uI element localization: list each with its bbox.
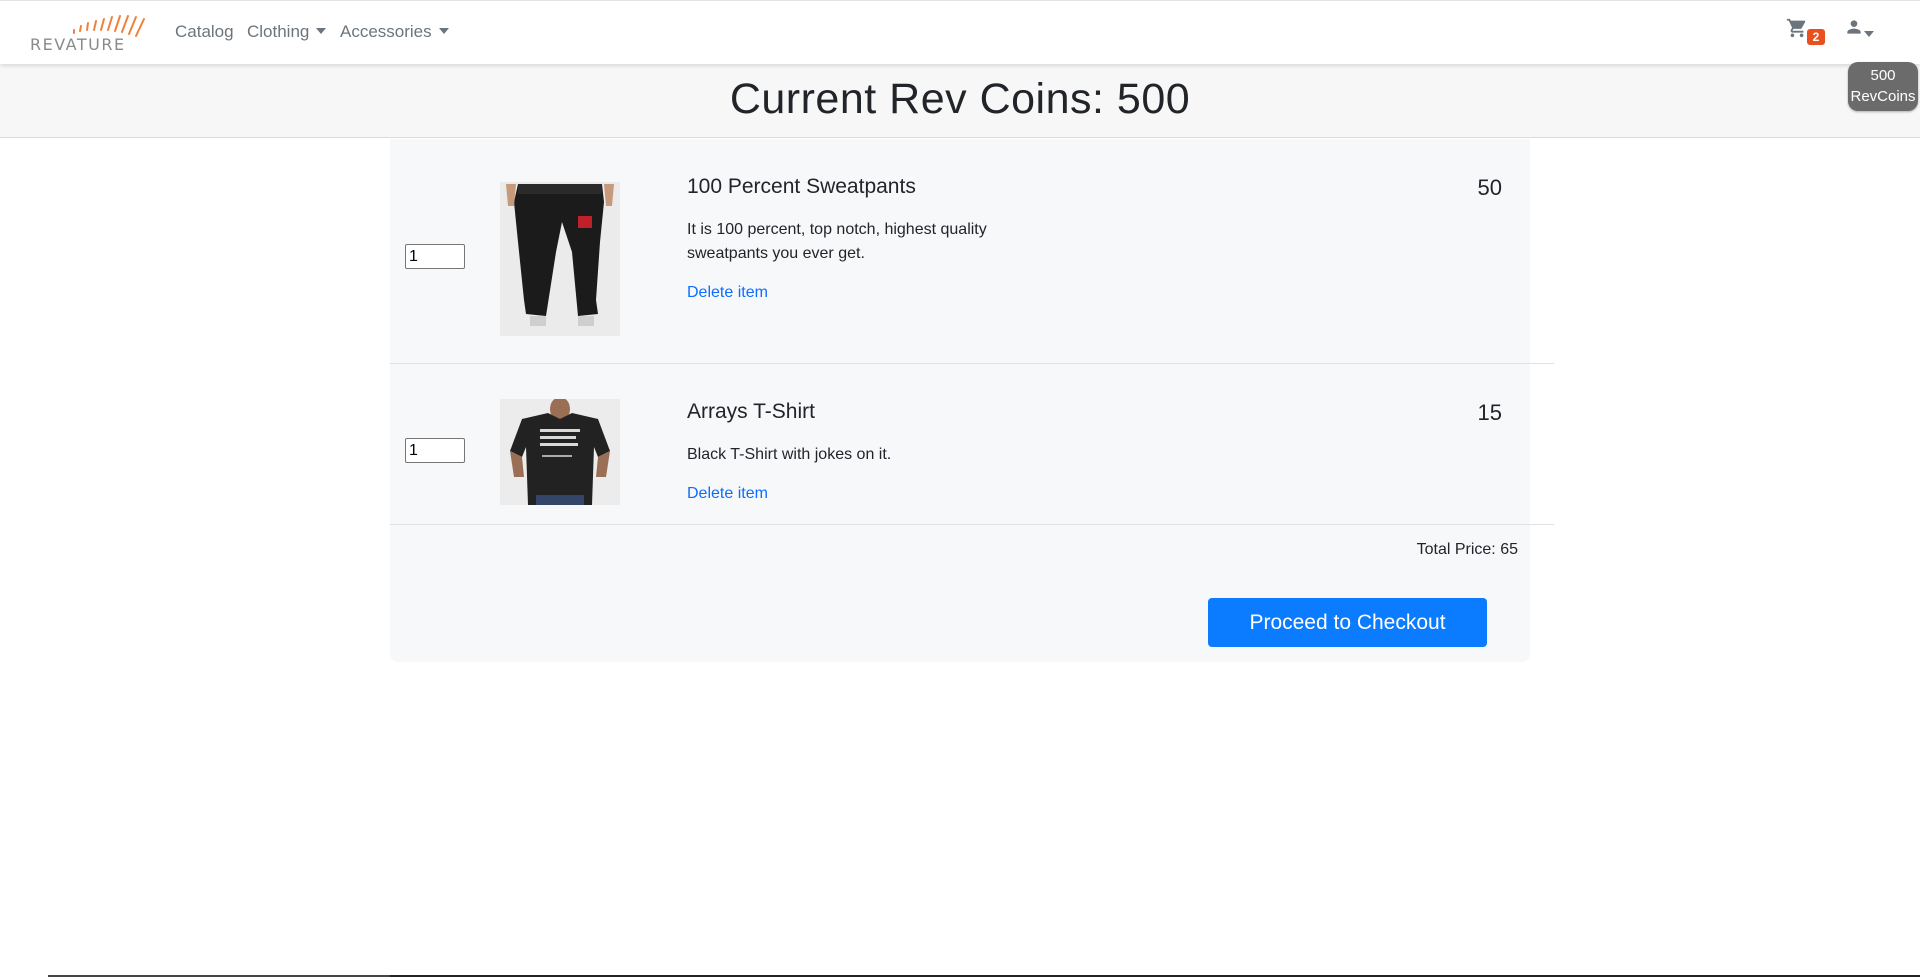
- user-icon: [1847, 20, 1861, 34]
- sweatpants-image: [500, 182, 620, 336]
- item-name: Arrays T-Shirt: [687, 400, 815, 423]
- tshirt-image: [500, 399, 620, 505]
- logo-text: REVATURE: [30, 35, 126, 54]
- quantity-input[interactable]: [405, 244, 465, 269]
- page-header: Current Rev Coins: 500: [0, 63, 1920, 138]
- product-image-sweatpants: [500, 182, 620, 336]
- cart-button[interactable]: 2: [1785, 17, 1825, 47]
- delete-item-link[interactable]: Delete item: [687, 284, 768, 302]
- revcoins-unit: RevCoins: [1850, 88, 1916, 105]
- nav-dropdown-clothing[interactable]: Clothing: [247, 22, 327, 42]
- shopping-cart-icon: [1786, 18, 1806, 38]
- product-image-tshirt: [500, 399, 620, 505]
- user-menu-button[interactable]: [1844, 17, 1884, 47]
- quantity-input[interactable]: [405, 438, 465, 463]
- revature-logo[interactable]: REVATURE: [28, 13, 154, 55]
- nav-link-catalog[interactable]: Catalog: [175, 22, 234, 42]
- revcoins-balance-badge: 500 RevCoins: [1848, 62, 1918, 111]
- delete-item-link[interactable]: Delete item: [687, 485, 768, 503]
- item-description: Black T-Shirt with jokes on it.: [687, 446, 892, 463]
- nav-dropdown-accessories[interactable]: Accessories: [340, 22, 449, 42]
- total-price: Total Price: 65: [1416, 541, 1518, 558]
- navbar: REVATURE Catalog Clothing Accessories 2: [0, 0, 1920, 64]
- cart-panel: 100 Percent Sweatpants It is 100 percent…: [390, 139, 1554, 662]
- item-price: 15: [1477, 400, 1502, 425]
- item-description: It is 100 percent, top notch, highest qu…: [687, 221, 987, 262]
- chevron-down-icon: [316, 28, 327, 34]
- item-price: 50: [1477, 175, 1502, 200]
- item-name: 100 Percent Sweatpants: [687, 175, 916, 198]
- cart-count-badge: 2: [1807, 29, 1825, 45]
- chevron-down-icon: [1864, 31, 1874, 37]
- page-title: Current Rev Coins: 500: [729, 75, 1191, 123]
- revcoins-amount: 500: [1870, 67, 1896, 84]
- chevron-down-icon: [438, 28, 449, 34]
- nav-dropdown-accessories-label: Accessories: [340, 22, 432, 41]
- nav-dropdown-clothing-label: Clothing: [247, 22, 310, 41]
- proceed-to-checkout-button[interactable]: Proceed to Checkout: [1208, 598, 1487, 647]
